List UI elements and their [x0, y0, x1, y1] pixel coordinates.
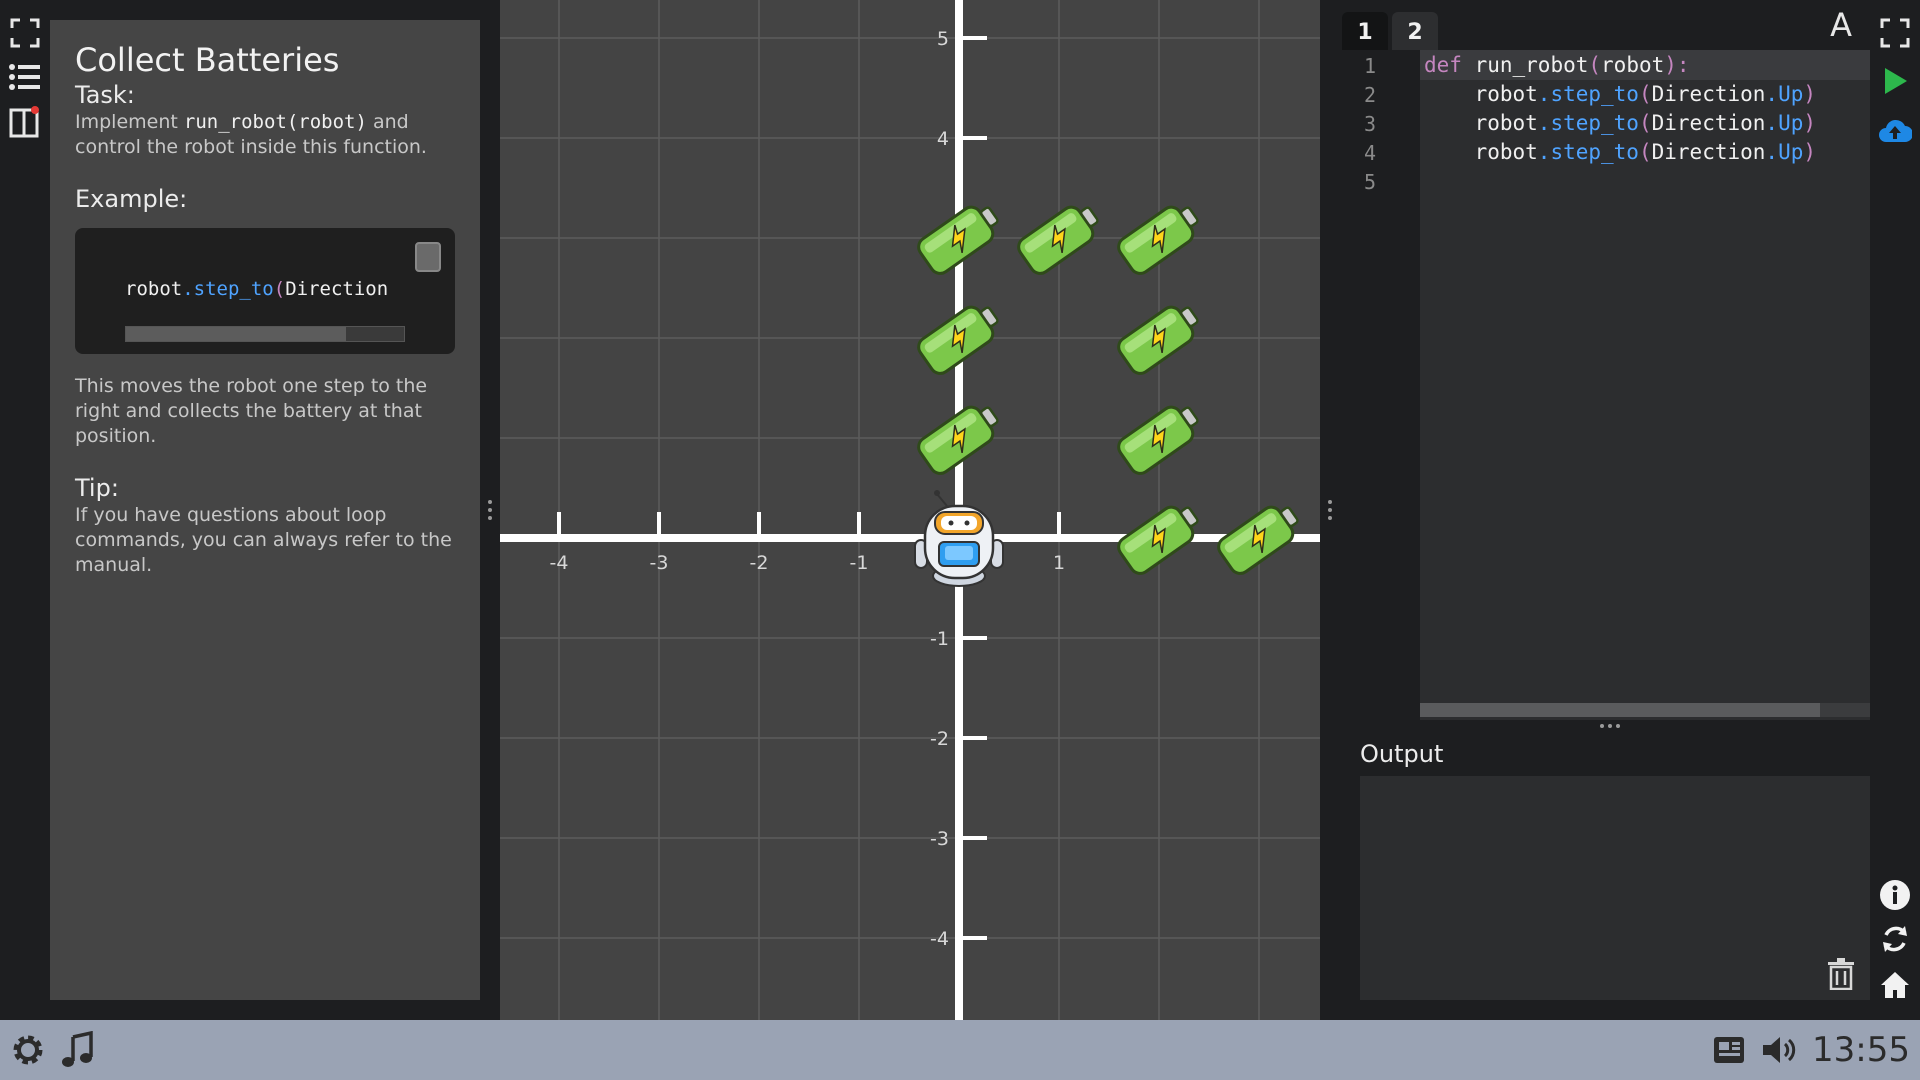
y-tick-label: -3 — [930, 828, 949, 850]
music-note-icon[interactable] — [58, 1030, 98, 1070]
fullscreen-editor-icon[interactable] — [1876, 14, 1914, 52]
x-tick-label: -1 — [850, 552, 869, 574]
code-editor-panel: 1 2 A 1 2 3 4 5 def run_robot(robot): ro… — [1340, 0, 1870, 1020]
x-tick-label: 1 — [1053, 552, 1065, 574]
x-tick-label: -3 — [650, 552, 669, 574]
code-horizontal-scrollbar[interactable] — [1420, 703, 1870, 717]
robot-grid: -4 -3 -2 -1 1 5 4 -1 -2 -3 -4 — [500, 0, 1320, 1020]
left-rail — [0, 0, 50, 1020]
code-line[interactable]: robot.step_to(Direction.Up) — [1424, 80, 1816, 108]
output-splitter-handle[interactable] — [1600, 724, 1620, 728]
battery-icon — [1117, 505, 1199, 575]
line-number: 2 — [1363, 83, 1377, 107]
line-number: 4 — [1363, 141, 1377, 165]
line-number: 1 — [1363, 54, 1377, 78]
right-splitter-handle[interactable] — [1322, 490, 1338, 530]
line-number: 5 — [1363, 170, 1377, 194]
output-console — [1360, 776, 1870, 1000]
line-number: 3 — [1363, 112, 1377, 136]
fullscreen-icon[interactable] — [6, 14, 44, 52]
taskbar: 13:55 — [0, 1020, 1920, 1080]
reset-icon[interactable] — [1876, 920, 1914, 958]
manual-book-icon[interactable] — [6, 102, 44, 140]
tab-2[interactable]: 2 — [1392, 12, 1438, 52]
y-tick-label: 5 — [937, 28, 949, 50]
editor-tabs: 1 2 — [1342, 12, 1438, 52]
example-scrollbar[interactable] — [125, 326, 405, 342]
example-scrollbar-thumb[interactable] — [126, 327, 346, 341]
code-line[interactable]: robot.step_to(Direction.Up) — [1424, 109, 1816, 137]
output-label: Output — [1360, 740, 1444, 768]
line-number-gutter: 1 2 3 4 5 — [1340, 50, 1420, 720]
run-play-icon[interactable] — [1876, 62, 1914, 100]
list-icon[interactable] — [6, 58, 44, 96]
task-heading: Task: — [75, 81, 135, 109]
x-tick-label: -4 — [550, 552, 569, 574]
code-line[interactable]: def run_robot(robot): — [1424, 51, 1690, 79]
battery-icon — [1017, 205, 1099, 275]
task-text: Implement run_robot(robot) and control t… — [75, 111, 427, 158]
tip-heading: Tip: — [75, 474, 119, 502]
code-line[interactable]: robot.step_to(Direction.Up) — [1424, 138, 1816, 166]
code-input[interactable]: def run_robot(robot): robot.step_to(Dire… — [1420, 50, 1870, 720]
trash-icon[interactable] — [1826, 958, 1856, 991]
grid-canvas: -4 -3 -2 -1 1 5 4 -1 -2 -3 -4 — [500, 0, 1320, 1020]
app-window: Collect Batteries Task: Implement run_ro… — [0, 0, 1920, 1080]
code-scrollbar-thumb[interactable] — [1420, 703, 1820, 717]
battery-icon — [1117, 305, 1199, 375]
clock: 13:55 — [1812, 1030, 1910, 1070]
example-description: This moves the robot one step to the rig… — [75, 375, 428, 447]
x-tick-label: -2 — [750, 552, 769, 574]
cloud-upload-icon[interactable] — [1876, 112, 1914, 150]
battery-icon — [1117, 205, 1199, 275]
example-code: robot.step_to(Direction — [125, 278, 389, 300]
level-title: Collect Batteries — [75, 41, 340, 79]
info-icon[interactable] — [1876, 876, 1914, 914]
y-tick-label: -2 — [930, 728, 949, 750]
tip-text: If you have questions about loop command… — [75, 504, 452, 576]
news-icon[interactable] — [1710, 1030, 1750, 1070]
right-rail — [1870, 0, 1920, 1020]
copy-code-button[interactable] — [415, 242, 441, 272]
home-icon[interactable] — [1876, 966, 1914, 1004]
example-heading: Example: — [75, 185, 188, 213]
y-tick-label: -1 — [930, 628, 949, 650]
battery-icon — [1217, 505, 1299, 575]
font-size-button[interactable]: A — [1830, 6, 1852, 44]
volume-icon[interactable] — [1760, 1030, 1800, 1070]
example-code-box: robot.step_to(Direction — [75, 228, 455, 354]
instructions-panel: Collect Batteries Task: Implement run_ro… — [50, 20, 480, 1000]
tab-1[interactable]: 1 — [1342, 12, 1388, 52]
y-tick-label: -4 — [930, 928, 949, 950]
battery-icon — [1117, 405, 1199, 475]
left-splitter-handle[interactable] — [482, 490, 498, 530]
settings-gear-icon[interactable] — [8, 1030, 48, 1070]
y-tick-label: 4 — [937, 128, 949, 150]
